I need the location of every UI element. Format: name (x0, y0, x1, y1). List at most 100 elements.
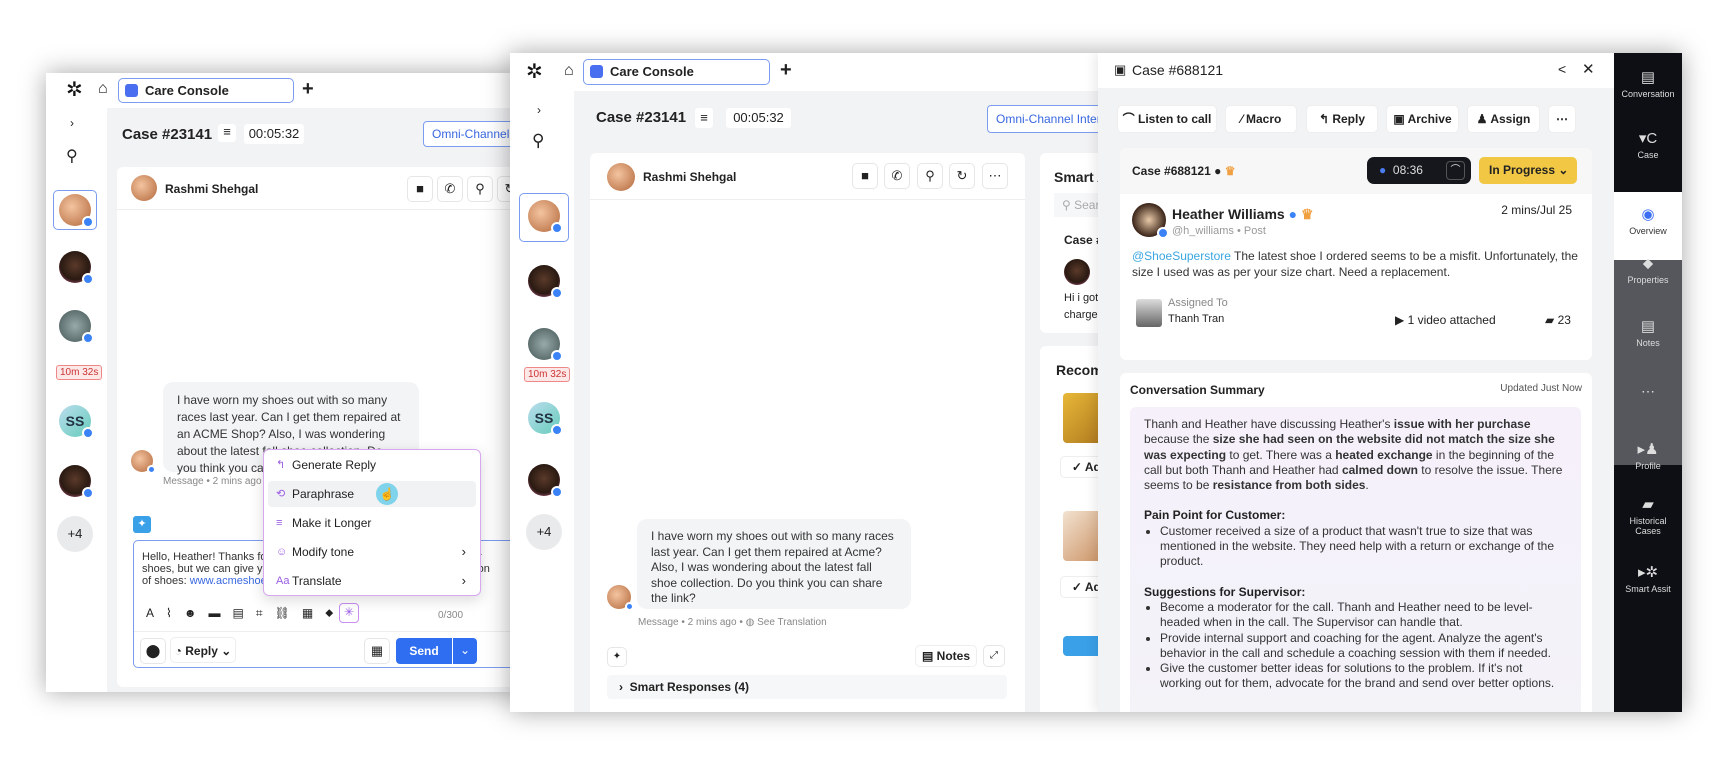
more-icon[interactable]: ⋯ (1614, 383, 1682, 400)
priority-icon: ♛ (1224, 164, 1236, 178)
search-button[interactable]: ⚲ (917, 163, 943, 189)
video-call-button[interactable]: ■ (852, 163, 878, 189)
summary-title: Conversation Summary (1130, 383, 1265, 397)
rail-item-smart-assist[interactable]: ▸✲ Smart Assit (1614, 563, 1682, 594)
notes-icon: ▤ (1640, 318, 1656, 335)
reply-button[interactable]: ↰ Reply (1306, 105, 1378, 133)
menu-item-paraphrase[interactable]: ⟲ Paraphrase ☝ (268, 481, 476, 507)
case-title: Case #23141 (122, 126, 213, 143)
chat-card: Rashmi Shehgal ■ ✆ ⚲ ↻ ⋯ I have worn my … (590, 153, 1025, 712)
menu-item-generate-reply[interactable]: ↰ Generate Reply (268, 452, 476, 478)
menu-item-modify-tone[interactable]: ☺ Modify tone › (268, 539, 476, 565)
menu-icon[interactable]: ≡ (695, 108, 713, 128)
new-tab-button[interactable]: + (780, 59, 792, 82)
avatar[interactable] (528, 265, 563, 299)
twitter-icon[interactable]: ✦ (607, 647, 627, 667)
assign-button[interactable]: ♟ Assign (1467, 105, 1540, 133)
emoji-icon[interactable]: ☻ (184, 606, 209, 620)
rail-item-overview[interactable]: ◉ Overview (1614, 192, 1682, 260)
search-icon[interactable]: ⚲ (532, 131, 544, 151)
expand-chevron-icon[interactable]: › (537, 103, 541, 117)
rail-item-notes[interactable]: ▤ Notes (1614, 317, 1682, 348)
avatar[interactable]: SS (59, 405, 94, 439)
contact-avatar (607, 163, 635, 191)
search-icon[interactable]: ⚲ (66, 146, 78, 166)
rail-item-profile[interactable]: ▸♟ Profile (1614, 440, 1682, 471)
suggestion: Give the customer better ideas for solut… (1160, 661, 1567, 692)
more-conversations[interactable]: +4 (526, 514, 562, 550)
globe-icon: ◍ (745, 617, 755, 628)
attach-icon[interactable]: ⌇ (166, 606, 184, 620)
link-icon[interactable]: ⛓ (275, 606, 302, 620)
home-icon[interactable]: ⌂ (98, 80, 108, 98)
suggestions-heading: Suggestions for Supervisor: (1144, 584, 1306, 599)
media-icon[interactable]: ▦ (302, 606, 325, 620)
eye-icon: ◉ (1641, 206, 1655, 223)
avatar[interactable] (528, 328, 563, 362)
tab-care-console[interactable]: Care Console (118, 78, 294, 103)
new-tab-button[interactable]: + (302, 78, 314, 101)
expand-icon[interactable]: ⤢ (983, 645, 1005, 667)
contact-name: Rashmi Shehgal (165, 182, 259, 196)
expand-chevron-icon[interactable]: › (70, 116, 74, 130)
format-icon[interactable]: A (146, 606, 166, 620)
case-label: Case # (1064, 233, 1103, 247)
reply-type-dropdown[interactable]: ◔ Reply ⌄ (170, 637, 236, 663)
author-name: Heather Williams ● ♛ (1172, 206, 1314, 222)
priority-icon: ♛ (1300, 206, 1314, 222)
avatar[interactable] (59, 310, 94, 344)
case-panel-header: ▣ Case #688121 < ✕ (1098, 53, 1614, 88)
archive-button[interactable]: ▣ Archive (1386, 105, 1459, 133)
tab-bar: ✲ ⌂ Care Console + (510, 53, 1098, 91)
mention-link[interactable]: @ShoeSuperstore (1132, 249, 1231, 263)
avatar[interactable] (528, 200, 563, 234)
menu-item-make-longer[interactable]: ≡ Make it Longer (268, 510, 476, 536)
omni-channel-button[interactable]: Omni-Channel Interactions (423, 121, 516, 147)
avatar[interactable] (528, 464, 563, 498)
tab-care-console[interactable]: Care Console (583, 59, 770, 85)
notes-button[interactable]: ▤ Notes (915, 645, 977, 667)
rail-group (1614, 260, 1682, 465)
suggestion: Become a moderator for the call. Thanh a… (1160, 600, 1567, 631)
more-actions-button[interactable]: ⋯ (1548, 105, 1576, 133)
template-icon[interactable]: ▤ (233, 606, 256, 620)
char-count: 0/300 (438, 610, 464, 621)
compose-toolbar: A⌇☻▬▤⌗⛓▦⬥ (146, 606, 345, 621)
rail-item-case[interactable]: ▾C Case (1614, 129, 1682, 160)
smart-responses-toggle[interactable]: › Smart Responses (4) (607, 675, 1007, 699)
share-icon[interactable]: < (1558, 61, 1566, 77)
refresh-button[interactable]: ↻ (949, 163, 975, 189)
rail-item-conversation[interactable]: ▤ Conversation (1614, 68, 1682, 99)
schedule-button[interactable]: ▦ (364, 638, 390, 664)
close-icon[interactable]: ✕ (1582, 60, 1595, 78)
avatar[interactable] (59, 194, 94, 228)
case-icon: ▾C (1638, 130, 1658, 147)
avatar[interactable]: SS (528, 402, 563, 436)
video-call-button[interactable]: ■ (407, 176, 433, 202)
twitter-icon[interactable]: ✦ (133, 516, 151, 533)
suggestion: Provide internal support and coaching fo… (1160, 631, 1567, 662)
phone-button[interactable]: ✆ (437, 176, 463, 202)
ai-assist-button[interactable]: ✳ (339, 603, 359, 623)
macro-button[interactable]: ⁄ Macro (1225, 105, 1297, 133)
avatar[interactable] (59, 251, 94, 285)
send-button[interactable]: Send (396, 638, 452, 664)
phone-button[interactable]: ✆ (884, 163, 910, 189)
status-dropdown[interactable]: In Progress ⌄ (1479, 157, 1577, 184)
search-button[interactable]: ⚲ (467, 176, 493, 202)
listen-to-call-button[interactable]: ⌒ Listen to call (1117, 105, 1217, 133)
menu-item-translate[interactable]: Aa Translate › (268, 568, 476, 594)
more-conversations[interactable]: +4 (57, 516, 93, 552)
see-translation-link[interactable]: See Translation (757, 617, 827, 628)
rail-item-historical-cases[interactable]: ▰ Historical Cases (1614, 495, 1682, 536)
variable-icon[interactable]: ⌗ (256, 606, 275, 620)
gif-icon[interactable]: ▬ (209, 606, 233, 620)
more-button[interactable]: ⋯ (982, 163, 1008, 189)
menu-icon[interactable]: ≡ (218, 124, 236, 142)
send-options-chevron[interactable]: ⌄ (453, 638, 477, 664)
omni-channel-button[interactable]: Omni-Channel Interactions (987, 105, 1107, 133)
rail-item-properties[interactable]: ⬥ Properties (1614, 255, 1682, 285)
avatar[interactable] (59, 465, 94, 499)
status-button[interactable]: ⬤ (140, 638, 166, 664)
home-icon[interactable]: ⌂ (564, 62, 574, 80)
